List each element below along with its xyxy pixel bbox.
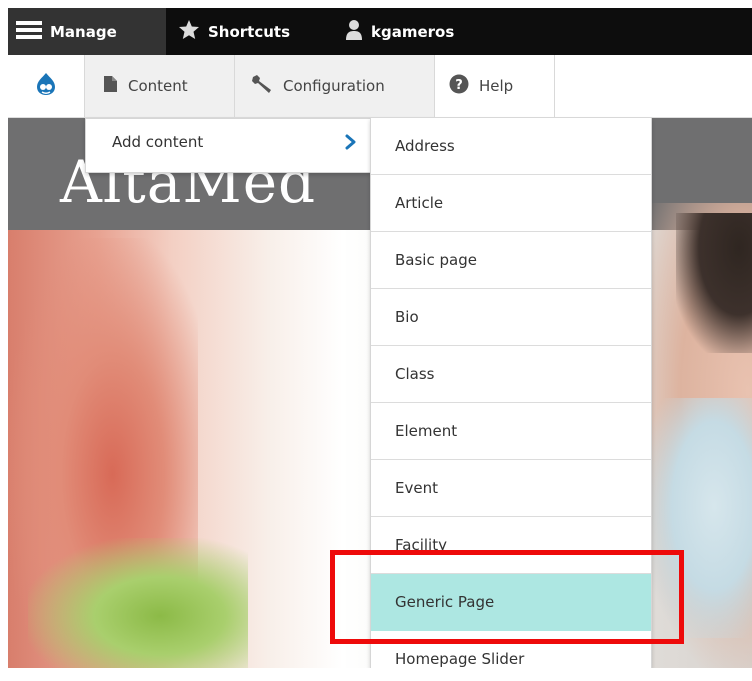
drupal-drop-icon [35, 72, 57, 100]
hair-shape [676, 213, 752, 353]
submenu-label: Basic page [395, 251, 477, 269]
wrench-icon [251, 74, 273, 98]
tray-configuration[interactable]: Configuration [235, 55, 435, 117]
username-label: kgameros [371, 22, 455, 41]
add-content-item[interactable]: Add content [112, 133, 203, 151]
admin-tray: Content Configuration ? Help [8, 55, 752, 118]
home-link[interactable] [8, 55, 85, 117]
submenu-label: Class [395, 365, 435, 383]
submenu-item-event[interactable]: Event [371, 460, 651, 517]
chevron-right-icon [344, 131, 358, 153]
configuration-label: Configuration [283, 77, 385, 95]
submenu-item-basic-page[interactable]: Basic page [371, 232, 651, 289]
tray-help[interactable]: ? Help [435, 55, 555, 117]
shortcuts-label: Shortcuts [208, 22, 291, 41]
submenu-item-bio[interactable]: Bio [371, 289, 651, 346]
submenu-label: Address [395, 137, 455, 155]
content-label: Content [128, 77, 188, 95]
submenu-item-element[interactable]: Element [371, 403, 651, 460]
submenu-label: Homepage Slider [395, 650, 525, 668]
highlight-box [330, 550, 684, 644]
svg-text:?: ? [455, 78, 463, 93]
submenu-label: Element [395, 422, 458, 440]
user-button[interactable]: kgameros [345, 8, 454, 55]
submenu-label: Article [395, 194, 444, 212]
admin-toolbar: Manage Shortcuts kgameros [8, 8, 752, 55]
submenu-item-address[interactable]: Address [371, 118, 651, 175]
file-icon [103, 75, 118, 97]
shortcuts-button[interactable]: Shortcuts [178, 8, 290, 55]
blurred-foliage-shape [28, 538, 248, 668]
hamburger-icon [16, 20, 42, 44]
submenu-label: Event [395, 479, 438, 497]
tray-content[interactable]: Content [85, 55, 235, 117]
user-icon [345, 19, 363, 45]
admin-screen: Manage Shortcuts kgameros Content Config… [8, 8, 752, 668]
star-icon [178, 19, 200, 44]
content-dropdown-menu: Add content [85, 118, 371, 173]
help-icon: ? [449, 74, 469, 98]
manage-label: Manage [50, 22, 117, 41]
manage-button[interactable]: Manage [8, 8, 166, 55]
submenu-item-article[interactable]: Article [371, 175, 651, 232]
submenu-label: Bio [395, 308, 419, 326]
help-label: Help [479, 77, 514, 95]
submenu-item-class[interactable]: Class [371, 346, 651, 403]
